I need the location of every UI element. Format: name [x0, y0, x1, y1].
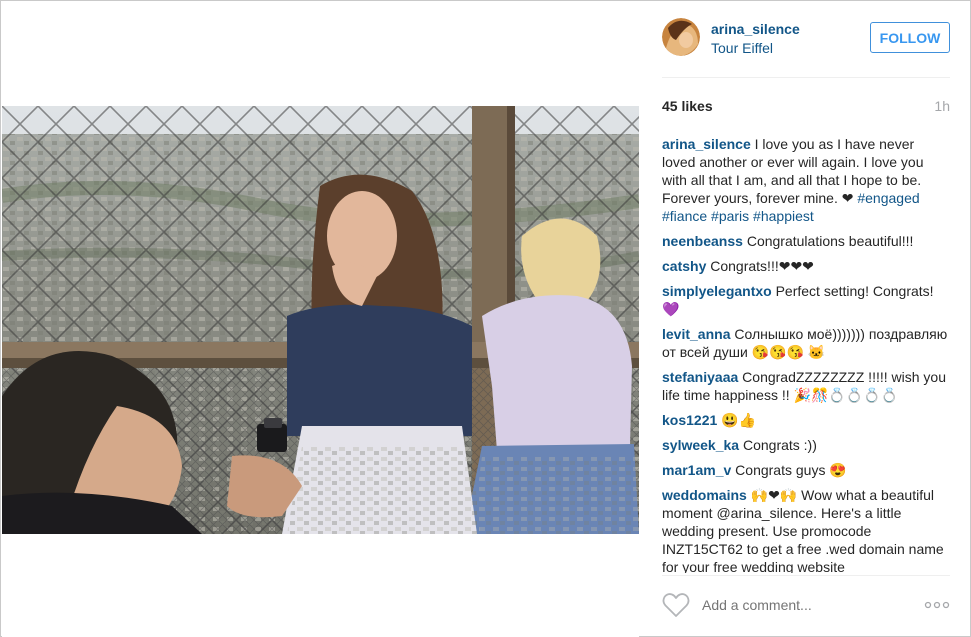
- comment: catshy Congrats!!!❤❤❤: [662, 257, 950, 275]
- post-sidebar: arina_silence Tour Eiffel FOLLOW 45 like…: [662, 2, 950, 637]
- comment: levit_anna Солнышко моё))))))) поздравля…: [662, 325, 950, 361]
- comments-list[interactable]: arina_silence I love you as I have never…: [662, 135, 950, 573]
- divider: [662, 575, 950, 576]
- more-options-icon[interactable]: [924, 598, 950, 610]
- comment-user[interactable]: weddomains: [662, 487, 747, 503]
- comment: stefaniyaaa CongradZZZZZZZZ !!!!! wish y…: [662, 368, 950, 404]
- location-link[interactable]: Tour Eiffel: [711, 40, 773, 56]
- post-age: 1h: [934, 98, 950, 114]
- comment-user[interactable]: neenbeanss: [662, 233, 743, 249]
- proposal-photo-illustration: [2, 106, 639, 534]
- comment-user[interactable]: catshy: [662, 258, 706, 274]
- comment-user[interactable]: simplyelegantxo: [662, 283, 772, 299]
- post-header: arina_silence Tour Eiffel FOLLOW: [662, 18, 950, 62]
- comment-caption: arina_silence I love you as I have never…: [662, 135, 950, 225]
- comment: simplyelegantxo Perfect setting! Congrat…: [662, 282, 950, 318]
- comment: sylweek_ka Congrats :)): [662, 436, 950, 454]
- comment-text: Congrats guys 😍: [735, 462, 847, 478]
- comment-user[interactable]: mar1am_v: [662, 462, 731, 478]
- comment-user[interactable]: arina_silence: [662, 136, 751, 152]
- follow-button[interactable]: FOLLOW: [870, 22, 950, 53]
- comment-user[interactable]: stefaniyaaa: [662, 369, 738, 385]
- comment-text: 😃👍: [721, 412, 757, 428]
- divider: [662, 77, 950, 78]
- username-link[interactable]: arina_silence: [711, 21, 800, 37]
- post-photo[interactable]: [2, 106, 639, 534]
- comment: kos1221 😃👍: [662, 411, 950, 429]
- comment: neenbeanss Congratulations beautiful!!!: [662, 232, 950, 250]
- comment-user[interactable]: sylweek_ka: [662, 437, 739, 453]
- likes-count[interactable]: 45 likes: [662, 98, 713, 114]
- photo-column: [2, 2, 639, 637]
- comment: weddomains 🙌❤🙌 Wow what a beautiful mome…: [662, 486, 950, 573]
- comment-user[interactable]: levit_anna: [662, 326, 730, 342]
- comment-text: Congrats!!!❤❤❤: [710, 258, 814, 274]
- add-comment-input[interactable]: [702, 597, 912, 613]
- comment-text: Congrats :)): [742, 437, 817, 453]
- comment: mar1am_v Congrats guys 😍: [662, 461, 950, 479]
- comment-text: Congratulations beautiful!!!: [746, 233, 914, 249]
- heart-outline-icon[interactable]: [662, 592, 690, 618]
- avatar[interactable]: [662, 18, 700, 56]
- post-window: arina_silence Tour Eiffel FOLLOW 45 like…: [0, 0, 971, 637]
- comment-user[interactable]: kos1221: [662, 412, 717, 428]
